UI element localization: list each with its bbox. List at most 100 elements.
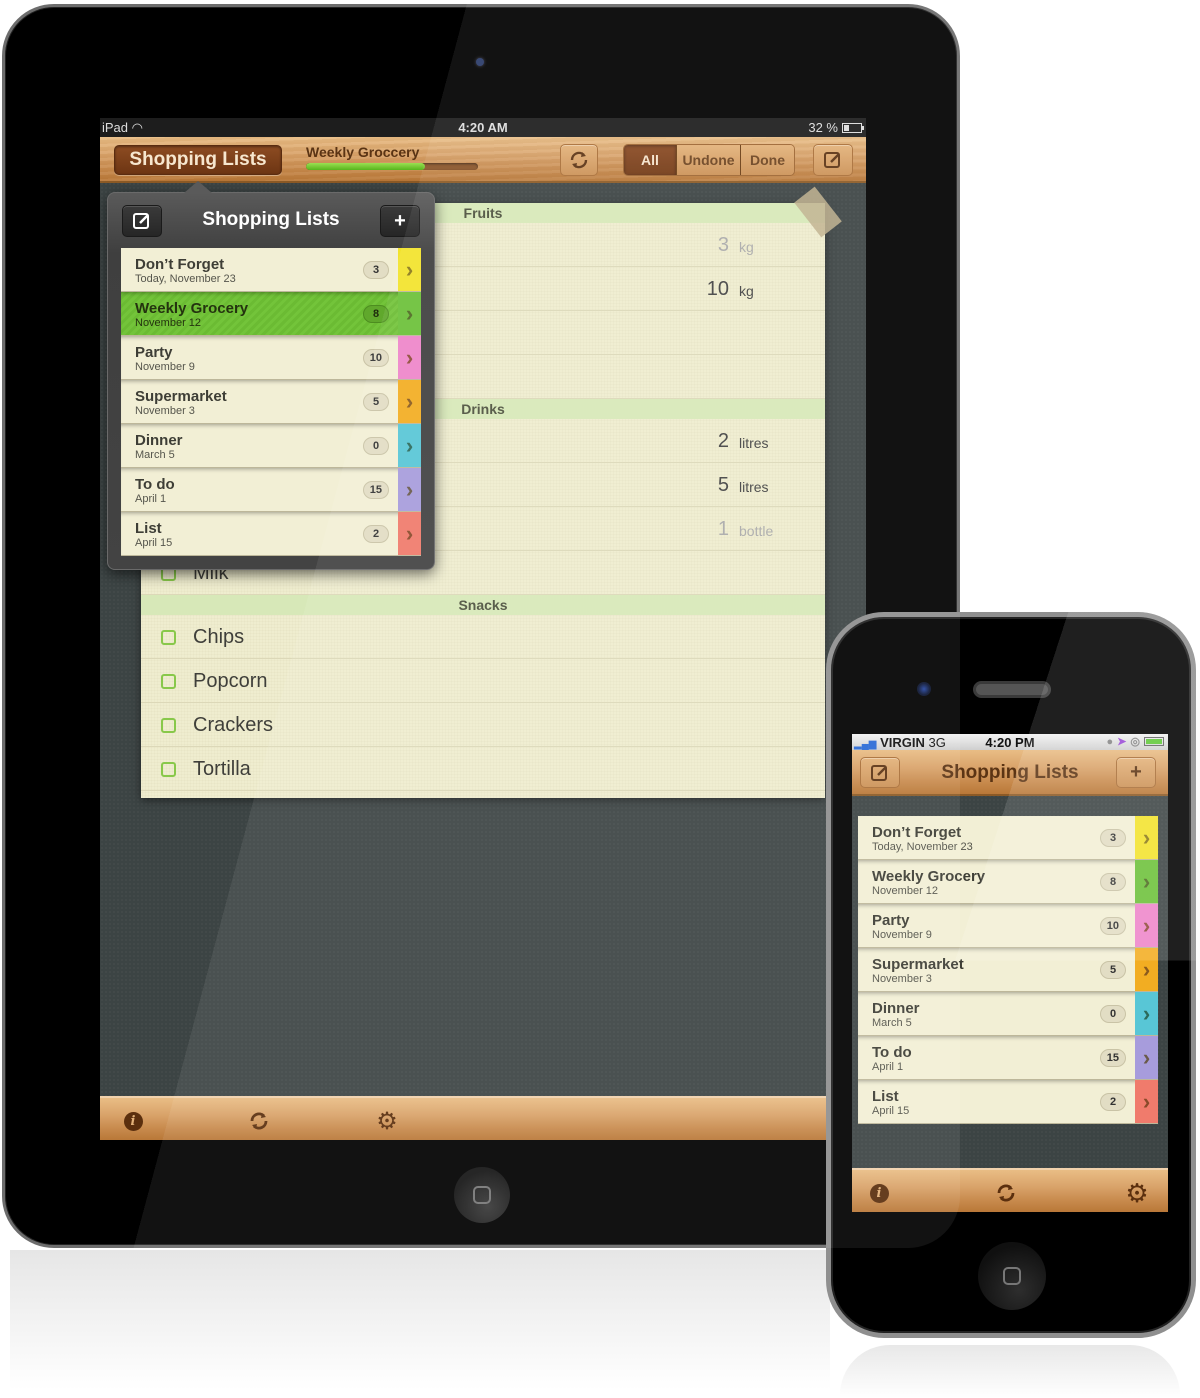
count-badge: 2 <box>363 525 389 543</box>
list-date: November 12 <box>872 885 939 897</box>
compose-icon <box>871 764 887 781</box>
checkbox[interactable] <box>161 630 176 645</box>
list-title: List <box>872 1088 899 1105</box>
color-tab[interactable]: › <box>398 424 421 467</box>
color-tab[interactable]: › <box>1135 816 1158 859</box>
list-item[interactable]: Party November 9 10 › <box>121 336 421 380</box>
checkbox[interactable] <box>161 674 176 689</box>
segment-undone[interactable]: Undone <box>676 145 740 175</box>
info-button[interactable]: i <box>868 1182 890 1204</box>
item-quantity: 2 <box>717 430 729 452</box>
chevron-right-icon: › <box>405 388 414 414</box>
list-date: November 9 <box>872 929 932 941</box>
list-title: Supermarket <box>135 388 227 405</box>
list-date: November 12 <box>135 317 202 329</box>
list-item[interactable]: To do April 1 15 › <box>121 468 421 512</box>
chevron-right-icon: › <box>405 520 414 546</box>
list-title: Don’t Forget <box>872 824 962 841</box>
info-icon: i <box>869 1183 889 1203</box>
item-unit: litres <box>739 479 769 495</box>
chevron-right-icon: › <box>1142 1000 1151 1026</box>
list-item[interactable]: Weekly Grocery November 12 8 › <box>121 292 421 336</box>
chevron-right-icon: › <box>1142 912 1151 938</box>
color-tab[interactable]: › <box>398 292 421 335</box>
chevron-right-icon: › <box>1142 1044 1151 1070</box>
list-date: March 5 <box>135 449 175 461</box>
checkbox[interactable] <box>161 762 176 777</box>
item-unit: kg <box>739 283 754 299</box>
gear-icon: ⚙ <box>1125 1177 1149 1208</box>
color-tab[interactable]: › <box>1135 860 1158 903</box>
chevron-right-icon: › <box>1142 1088 1151 1114</box>
list-item[interactable]: Weekly Grocery November 12 8 › <box>858 860 1158 904</box>
color-tab[interactable]: › <box>398 248 421 291</box>
list-title: Don’t Forget <box>135 256 225 273</box>
list-item[interactable]: Party November 9 10 › <box>858 904 1158 948</box>
alarm-icon: ● <box>1106 735 1114 748</box>
sync-bottom-button[interactable] <box>248 1110 270 1132</box>
list-date: April 1 <box>872 1061 904 1073</box>
ipad-home-button[interactable] <box>454 1167 510 1223</box>
checkbox[interactable] <box>161 718 176 733</box>
ipad-status-bar: iPad ◠ 4:20 AM 32 % <box>100 118 866 137</box>
list-item[interactable]: List April 15 2 › <box>858 1080 1158 1124</box>
settings-button[interactable]: ⚙ <box>1125 1178 1148 1208</box>
sync-button[interactable] <box>560 144 598 176</box>
item-unit: litres <box>739 435 769 451</box>
color-tab[interactable]: › <box>398 512 421 555</box>
color-tab[interactable]: › <box>1135 948 1158 991</box>
list-row[interactable]: Popcorn <box>141 659 825 703</box>
list-row[interactable]: Tortilla <box>141 747 825 791</box>
item-name: Tortilla <box>193 758 251 780</box>
color-tab[interactable]: › <box>398 468 421 511</box>
list-item[interactable]: Dinner March 5 0 › <box>121 424 421 468</box>
list-date: Today, November 23 <box>872 841 973 853</box>
color-tab[interactable]: › <box>398 336 421 379</box>
edit-button[interactable] <box>813 144 853 176</box>
item-unit: bottle <box>739 523 774 539</box>
color-tab[interactable]: › <box>1135 904 1158 947</box>
count-badge: 8 <box>363 305 389 323</box>
sync-icon <box>250 1112 268 1130</box>
iphone-home-button[interactable] <box>978 1242 1046 1310</box>
filter-segmented-control: All Undone Done <box>623 144 795 176</box>
iphone-bottom-toolbar: i ⚙ <box>852 1168 1168 1212</box>
chevron-right-icon: › <box>1142 956 1151 982</box>
list-item[interactable]: List April 15 2 › <box>121 512 421 556</box>
item-quantity: 3 <box>717 234 729 256</box>
list-item[interactable]: Don’t Forget Today, November 23 3 › <box>121 248 421 292</box>
iphone-speaker <box>973 681 1051 698</box>
sync-bottom-button[interactable] <box>995 1182 1017 1204</box>
count-badge: 15 <box>1099 1049 1126 1067</box>
list-item[interactable]: To do April 1 15 › <box>858 1036 1158 1080</box>
color-tab[interactable]: › <box>398 380 421 423</box>
segment-done[interactable]: Done <box>740 145 794 175</box>
iphone-add-button[interactable]: + <box>1116 757 1156 788</box>
color-tab[interactable]: › <box>1135 1036 1158 1079</box>
chevron-right-icon: › <box>405 344 414 370</box>
shopping-lists-button[interactable]: Shopping Lists <box>114 145 282 175</box>
popover-add-button[interactable]: + <box>380 205 420 237</box>
settings-button[interactable]: ⚙ <box>376 1108 398 1135</box>
list-title: Dinner <box>135 432 183 449</box>
list-item[interactable]: Supermarket November 3 5 › <box>858 948 1158 992</box>
list-row[interactable]: Crackers <box>141 703 825 747</box>
sync-icon <box>997 1184 1015 1202</box>
list-date: Today, November 23 <box>135 273 236 285</box>
list-progress-fill <box>306 163 425 170</box>
count-badge: 0 <box>363 437 389 455</box>
list-date: November 9 <box>135 361 195 373</box>
list-item[interactable]: Don’t Forget Today, November 23 3 › <box>858 816 1158 860</box>
list-row[interactable]: Chips <box>141 615 825 659</box>
iphone-camera <box>917 682 931 696</box>
list-item[interactable]: Supermarket November 3 5 › <box>121 380 421 424</box>
segment-all[interactable]: All <box>624 145 676 175</box>
list-item[interactable]: Dinner March 5 0 › <box>858 992 1158 1036</box>
info-button[interactable]: i <box>122 1110 144 1132</box>
item-name: Chips <box>193 626 245 648</box>
count-badge: 5 <box>363 393 389 411</box>
popover-arrow <box>184 181 212 193</box>
iphone-edit-button[interactable] <box>860 757 900 788</box>
color-tab[interactable]: › <box>1135 992 1158 1035</box>
color-tab[interactable]: › <box>1135 1080 1158 1123</box>
